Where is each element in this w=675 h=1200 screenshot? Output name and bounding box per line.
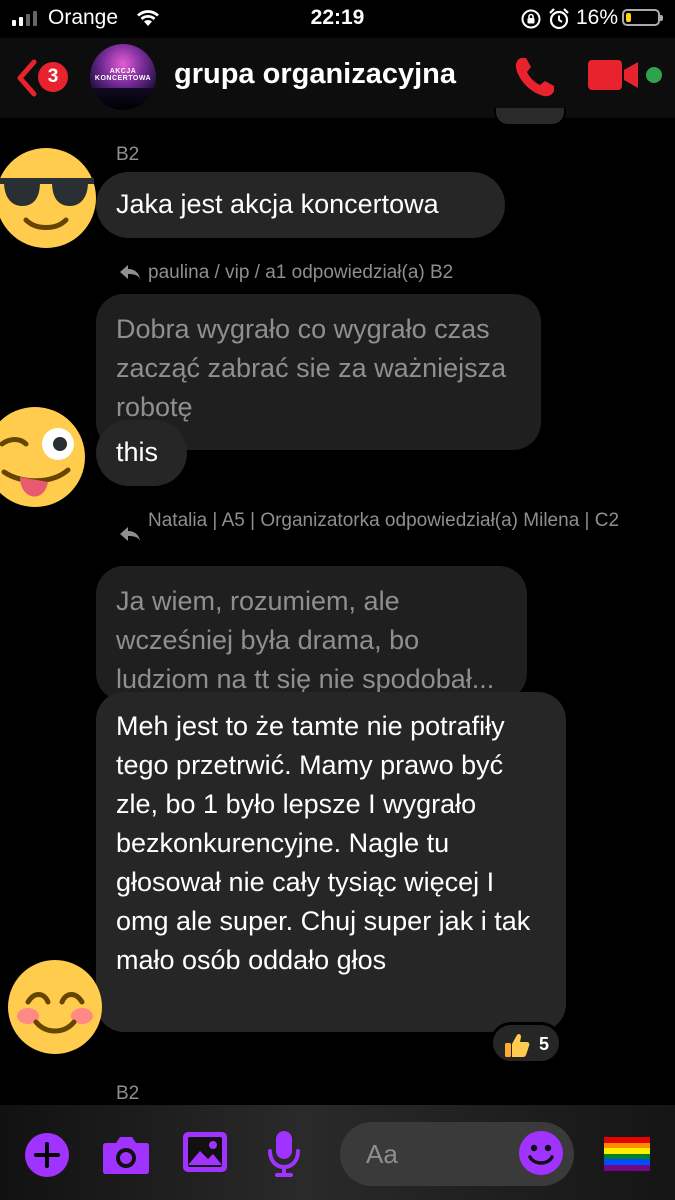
back-chevron-icon — [17, 59, 37, 97]
reply-arrow-icon — [120, 527, 140, 541]
conversation-title[interactable]: grupa organizacyjna — [174, 58, 456, 91]
alarm-icon — [549, 8, 569, 30]
emoji-icon[interactable] — [518, 1130, 564, 1176]
reply-header: Natalia | A5 | Organizatorka odpowiedzia… — [148, 510, 620, 531]
phone-icon[interactable] — [512, 54, 558, 100]
composer-bar: Aa — [0, 1105, 675, 1200]
unread-badge: 3 — [38, 62, 68, 92]
plus-icon[interactable] — [24, 1132, 70, 1178]
quoted-message[interactable]: Ja wiem, rozumiem, ale wcześniej była dr… — [96, 566, 527, 701]
reply-arrow-icon — [120, 265, 140, 279]
smiling-blush-emoji — [8, 960, 102, 1054]
rotation-lock-icon — [521, 9, 541, 29]
conversation-header: 3 AKCJA KONCERTOWA grupa organizacyjna — [0, 38, 675, 118]
message-input-placeholder: Aa — [366, 1139, 398, 1169]
message-text: Meh jest to że tamte nie potrafiły tego … — [116, 711, 531, 975]
reaction-count: 5 — [539, 1034, 550, 1054]
winking-tongue-emoji — [0, 407, 85, 507]
clock: 22:19 — [310, 6, 365, 29]
message-bubble[interactable]: Jaka jest akcja koncertowa — [96, 172, 505, 238]
battery-icon — [622, 9, 663, 26]
online-dot-icon — [646, 67, 662, 83]
message-text: this — [116, 437, 159, 467]
rainbow-flag-icon[interactable] — [604, 1137, 650, 1171]
sunglasses-emoji — [0, 148, 96, 248]
status-bar: Orange 22:19 16% — [0, 0, 675, 38]
quoted-text: Ja wiem, rozumiem, ale wcześniej była dr… — [116, 586, 495, 694]
group-avatar-text: AKCJA KONCERTOWA — [94, 68, 152, 82]
reaction-pill[interactable]: 5 — [490, 1022, 562, 1064]
battery-percent: 16% — [576, 6, 619, 29]
sender-name: B2 — [116, 1083, 140, 1104]
group-avatar[interactable]: AKCJA KONCERTOWA — [90, 44, 156, 110]
camera-icon[interactable] — [102, 1133, 150, 1175]
thumbs-up-icon — [505, 1033, 530, 1057]
reply-header: paulina / vip / a1 odpowiedział(a) B2 — [148, 262, 454, 283]
quoted-text: Dobra wygrało co wygrało czas zacząć zab… — [116, 314, 507, 422]
microphone-icon[interactable] — [266, 1129, 302, 1179]
sender-name: B2 — [116, 144, 140, 165]
video-camera-icon[interactable] — [588, 58, 640, 92]
message-text: Jaka jest akcja koncertowa — [116, 189, 439, 219]
gallery-icon[interactable] — [182, 1131, 228, 1173]
message-bubble[interactable]: this — [96, 420, 187, 486]
message-bubble[interactable]: Meh jest to że tamte nie potrafiły tego … — [96, 692, 566, 1032]
previous-reaction — [494, 108, 566, 126]
